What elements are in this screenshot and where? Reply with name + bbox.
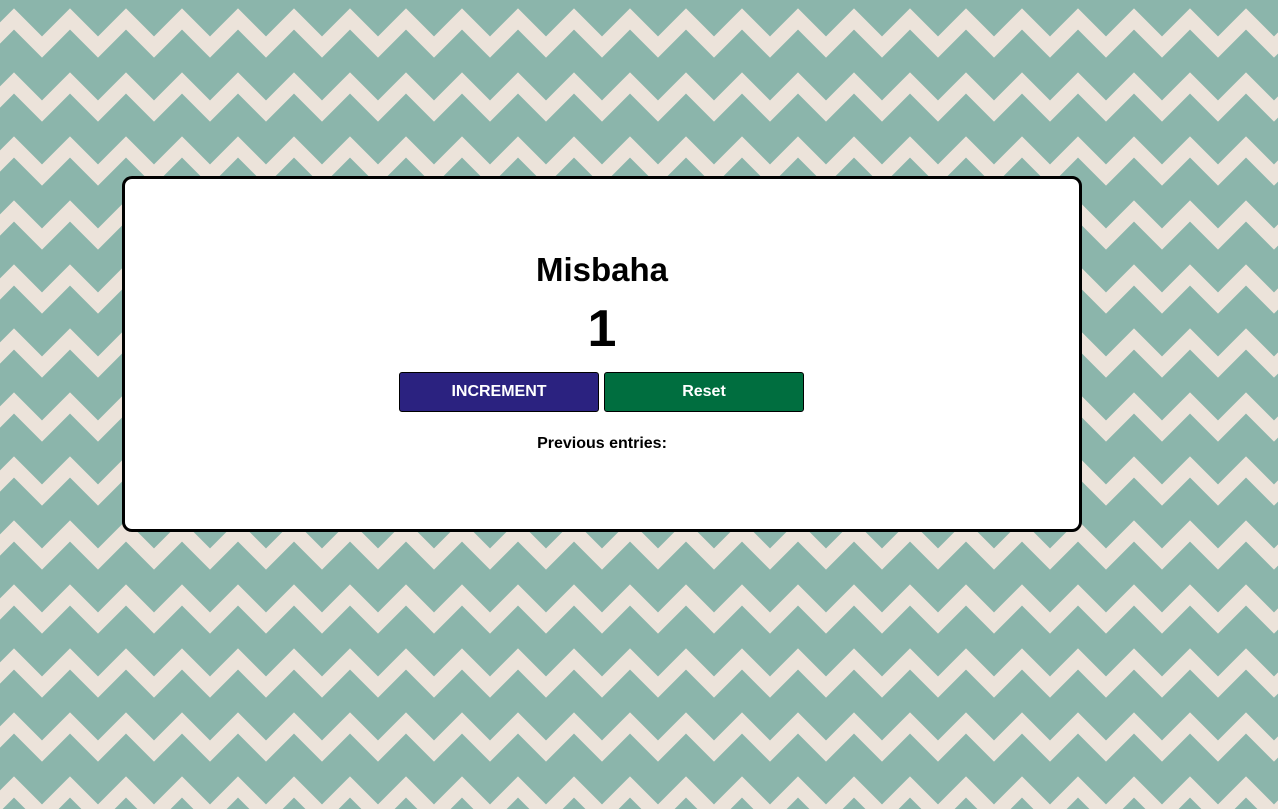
previous-entries-label: Previous entries: [537, 435, 667, 452]
increment-button[interactable]: INCREMENT [399, 372, 599, 412]
counter-display: 1 [587, 300, 617, 358]
reset-button[interactable]: Reset [604, 372, 804, 412]
app-title: Misbaha [535, 251, 669, 288]
button-row: INCREMENT Reset [399, 372, 807, 414]
counter-card: Misbaha 1 INCREMENT Reset Previous entri… [122, 176, 1082, 532]
